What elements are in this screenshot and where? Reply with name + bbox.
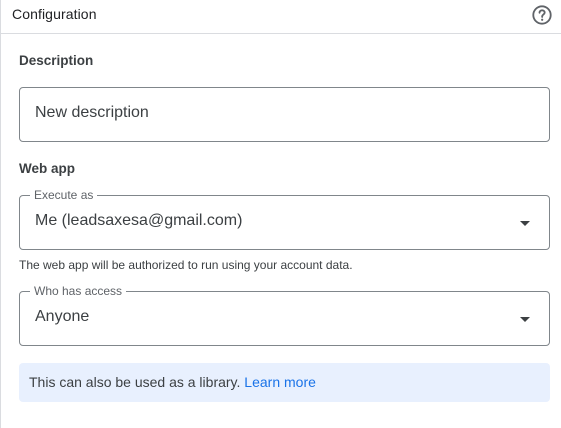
dropdown-arrow-icon[interactable]	[520, 221, 530, 226]
execute-as-hint: The web app will be authorized to run us…	[19, 258, 353, 272]
execute-as-label: Execute as	[30, 188, 98, 202]
execute-as-value: Me (leadsaxesa@gmail.com)	[35, 212, 243, 229]
help-icon[interactable]	[531, 4, 553, 26]
configuration-panel: Configuration Description New descriptio…	[0, 0, 561, 428]
description-section-label: Description	[19, 53, 94, 68]
web-app-section-label: Web app	[19, 161, 76, 176]
description-input[interactable]: New description	[35, 104, 149, 122]
dropdown-arrow-icon[interactable]	[520, 317, 530, 322]
library-info-banner: This can also be used as a library. Lear…	[19, 363, 550, 402]
library-info-message: This can also be used as a library.	[29, 374, 241, 390]
execute-as-select[interactable]: Execute as Me (leadsaxesa@gmail.com)	[19, 188, 550, 250]
who-has-access-label: Who has access	[30, 284, 127, 298]
panel-header: Configuration	[1, 0, 561, 34]
library-info-text: This can also be used as a library. Lear…	[29, 374, 316, 390]
learn-more-link[interactable]: Learn more	[244, 374, 316, 390]
description-field[interactable]: New description	[19, 87, 550, 142]
panel-title: Configuration	[12, 6, 97, 22]
who-has-access-value: Anyone	[35, 308, 90, 325]
who-has-access-select[interactable]: Who has access Anyone	[19, 284, 550, 346]
